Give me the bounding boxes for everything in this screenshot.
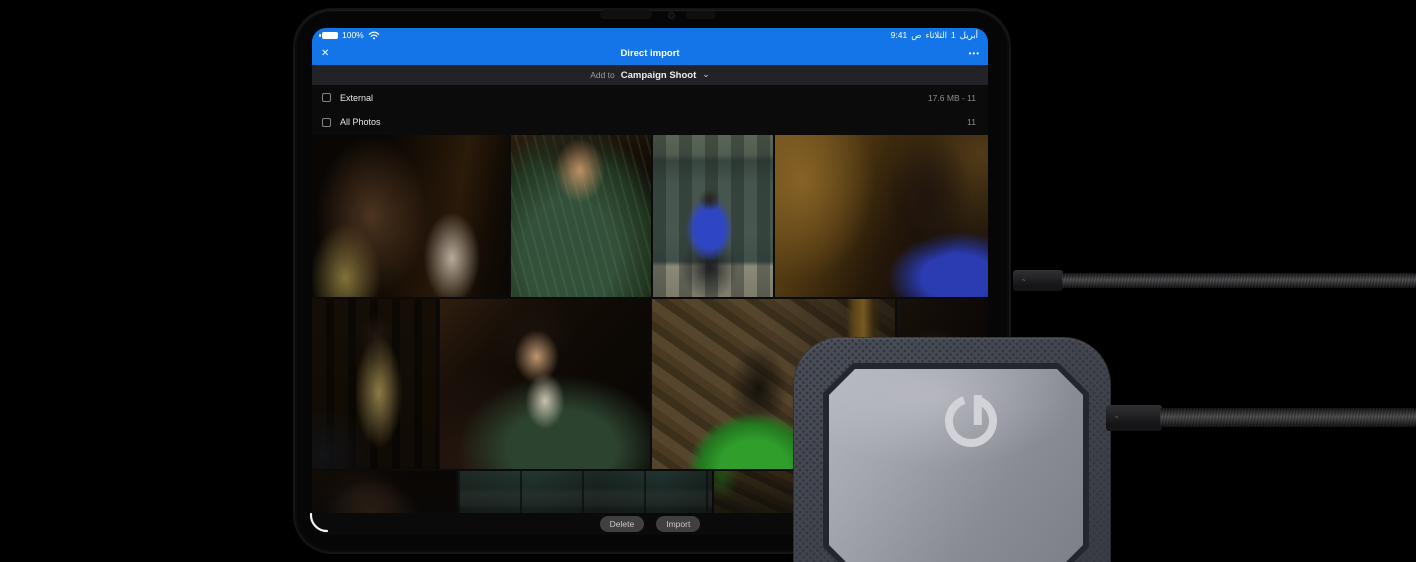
page-title: Direct import <box>620 48 680 59</box>
front-camera-icon <box>668 12 675 19</box>
status-am-marker: ص <box>911 30 922 40</box>
connector-logo-icon: ~ <box>1115 415 1119 421</box>
delete-button[interactable]: Delete <box>599 516 645 532</box>
add-to-label: Add to <box>590 70 615 80</box>
screen-corner-highlight <box>309 512 329 533</box>
connector-logo-icon: ~ <box>1022 277 1026 284</box>
album-selector[interactable]: Campaign Shoot <box>621 70 696 81</box>
chevron-down-icon: ⌄ <box>702 68 710 79</box>
status-day: 1 <box>951 30 956 40</box>
photo-thumbnail[interactable] <box>775 135 988 297</box>
import-header: ✕ Direct import ••• <box>312 42 988 65</box>
status-bar: 100% 9:41 ص الثلاثاء 1 أبريل <box>312 28 988 42</box>
usb-connector-icon: ~ <box>1106 405 1162 431</box>
status-weekday: الثلاثاء <box>925 30 948 40</box>
source-meta: 11 <box>967 117 976 127</box>
top-speaker-slot <box>600 10 652 19</box>
scene: 100% 9:41 ص الثلاثاء 1 أبريل ✕ Direct im… <box>0 0 1416 562</box>
source-row-external[interactable]: External 17.6 MB - 11 <box>312 85 988 110</box>
source-label: All Photos <box>340 117 381 127</box>
cable-cord <box>1062 273 1416 288</box>
photo-thumbnail[interactable] <box>653 135 773 297</box>
photo-thumbnail[interactable] <box>312 299 438 469</box>
status-left: 100% <box>319 28 380 42</box>
photo-thumbnail[interactable] <box>440 299 650 469</box>
wifi-icon <box>368 31 380 40</box>
more-options-icon[interactable]: ••• <box>969 42 980 65</box>
source-row-all-photos[interactable]: All Photos 11 <box>312 110 988 134</box>
battery-full-icon <box>319 31 338 39</box>
external-ssd <box>793 337 1111 562</box>
add-to-bar[interactable]: Add to Campaign Shoot ⌄ <box>312 65 988 85</box>
usb-connector-icon: ~ <box>1013 270 1063 291</box>
battery-percent: 100% <box>342 30 364 40</box>
photo-thumbnail[interactable] <box>511 135 651 297</box>
top-sensor-slot <box>686 11 716 19</box>
source-meta: 17.6 MB - 11 <box>927 92 976 103</box>
photo-thumbnail[interactable] <box>312 471 456 513</box>
status-month: أبريل <box>959 30 978 40</box>
checkbox-external[interactable] <box>322 93 331 102</box>
photo-thumbnail[interactable] <box>312 135 509 297</box>
cable-cord <box>1160 408 1416 427</box>
status-time: 9:41 <box>890 30 908 40</box>
source-label: External <box>340 92 374 103</box>
checkbox-all-photos[interactable] <box>322 117 331 127</box>
status-datetime: 9:41 ص الثلاثاء 1 أبريل <box>891 28 978 42</box>
photo-thumbnail[interactable] <box>458 471 712 513</box>
g-technology-logo-icon <box>945 395 997 448</box>
import-button[interactable]: Import <box>656 516 701 532</box>
